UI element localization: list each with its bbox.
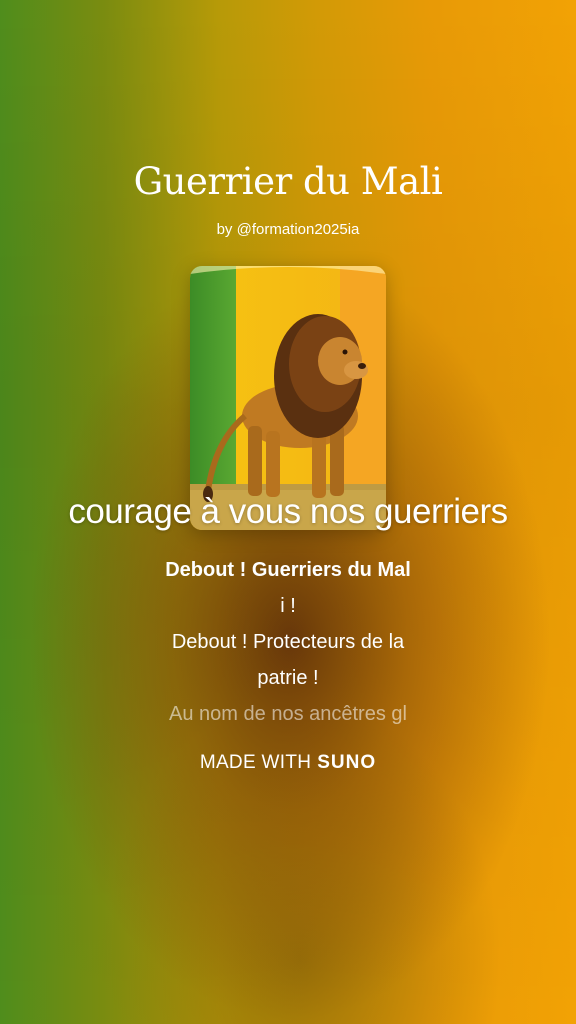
lyric-line: Debout ! Protecteurs de la — [171, 631, 405, 653]
subtitle-caption: courage à vous nos guerriers — [68, 492, 508, 531]
lyric-line: patrie ! — [257, 667, 319, 689]
made-with-suno-badge[interactable]: MADE WITH SUNO — [0, 752, 576, 774]
lion-flag-illustration — [190, 266, 386, 530]
lyrics-panel: Debout ! Guerriers du Mal i ! Debout ! P… — [0, 552, 576, 732]
song-title: Guerrier du Mali — [133, 160, 443, 203]
cover-art — [190, 266, 386, 530]
lyric-line-active: Debout ! Guerriers du Mal — [165, 559, 411, 581]
lyric-line-fading: Au nom de nos ancêtres gl — [169, 703, 407, 725]
lyric-line: i ! — [280, 595, 296, 617]
suno-logo: SUNO — [317, 752, 377, 773]
artist-byline[interactable]: by @formation2025ia — [0, 221, 576, 238]
made-with-label: MADE WITH — [199, 752, 312, 773]
